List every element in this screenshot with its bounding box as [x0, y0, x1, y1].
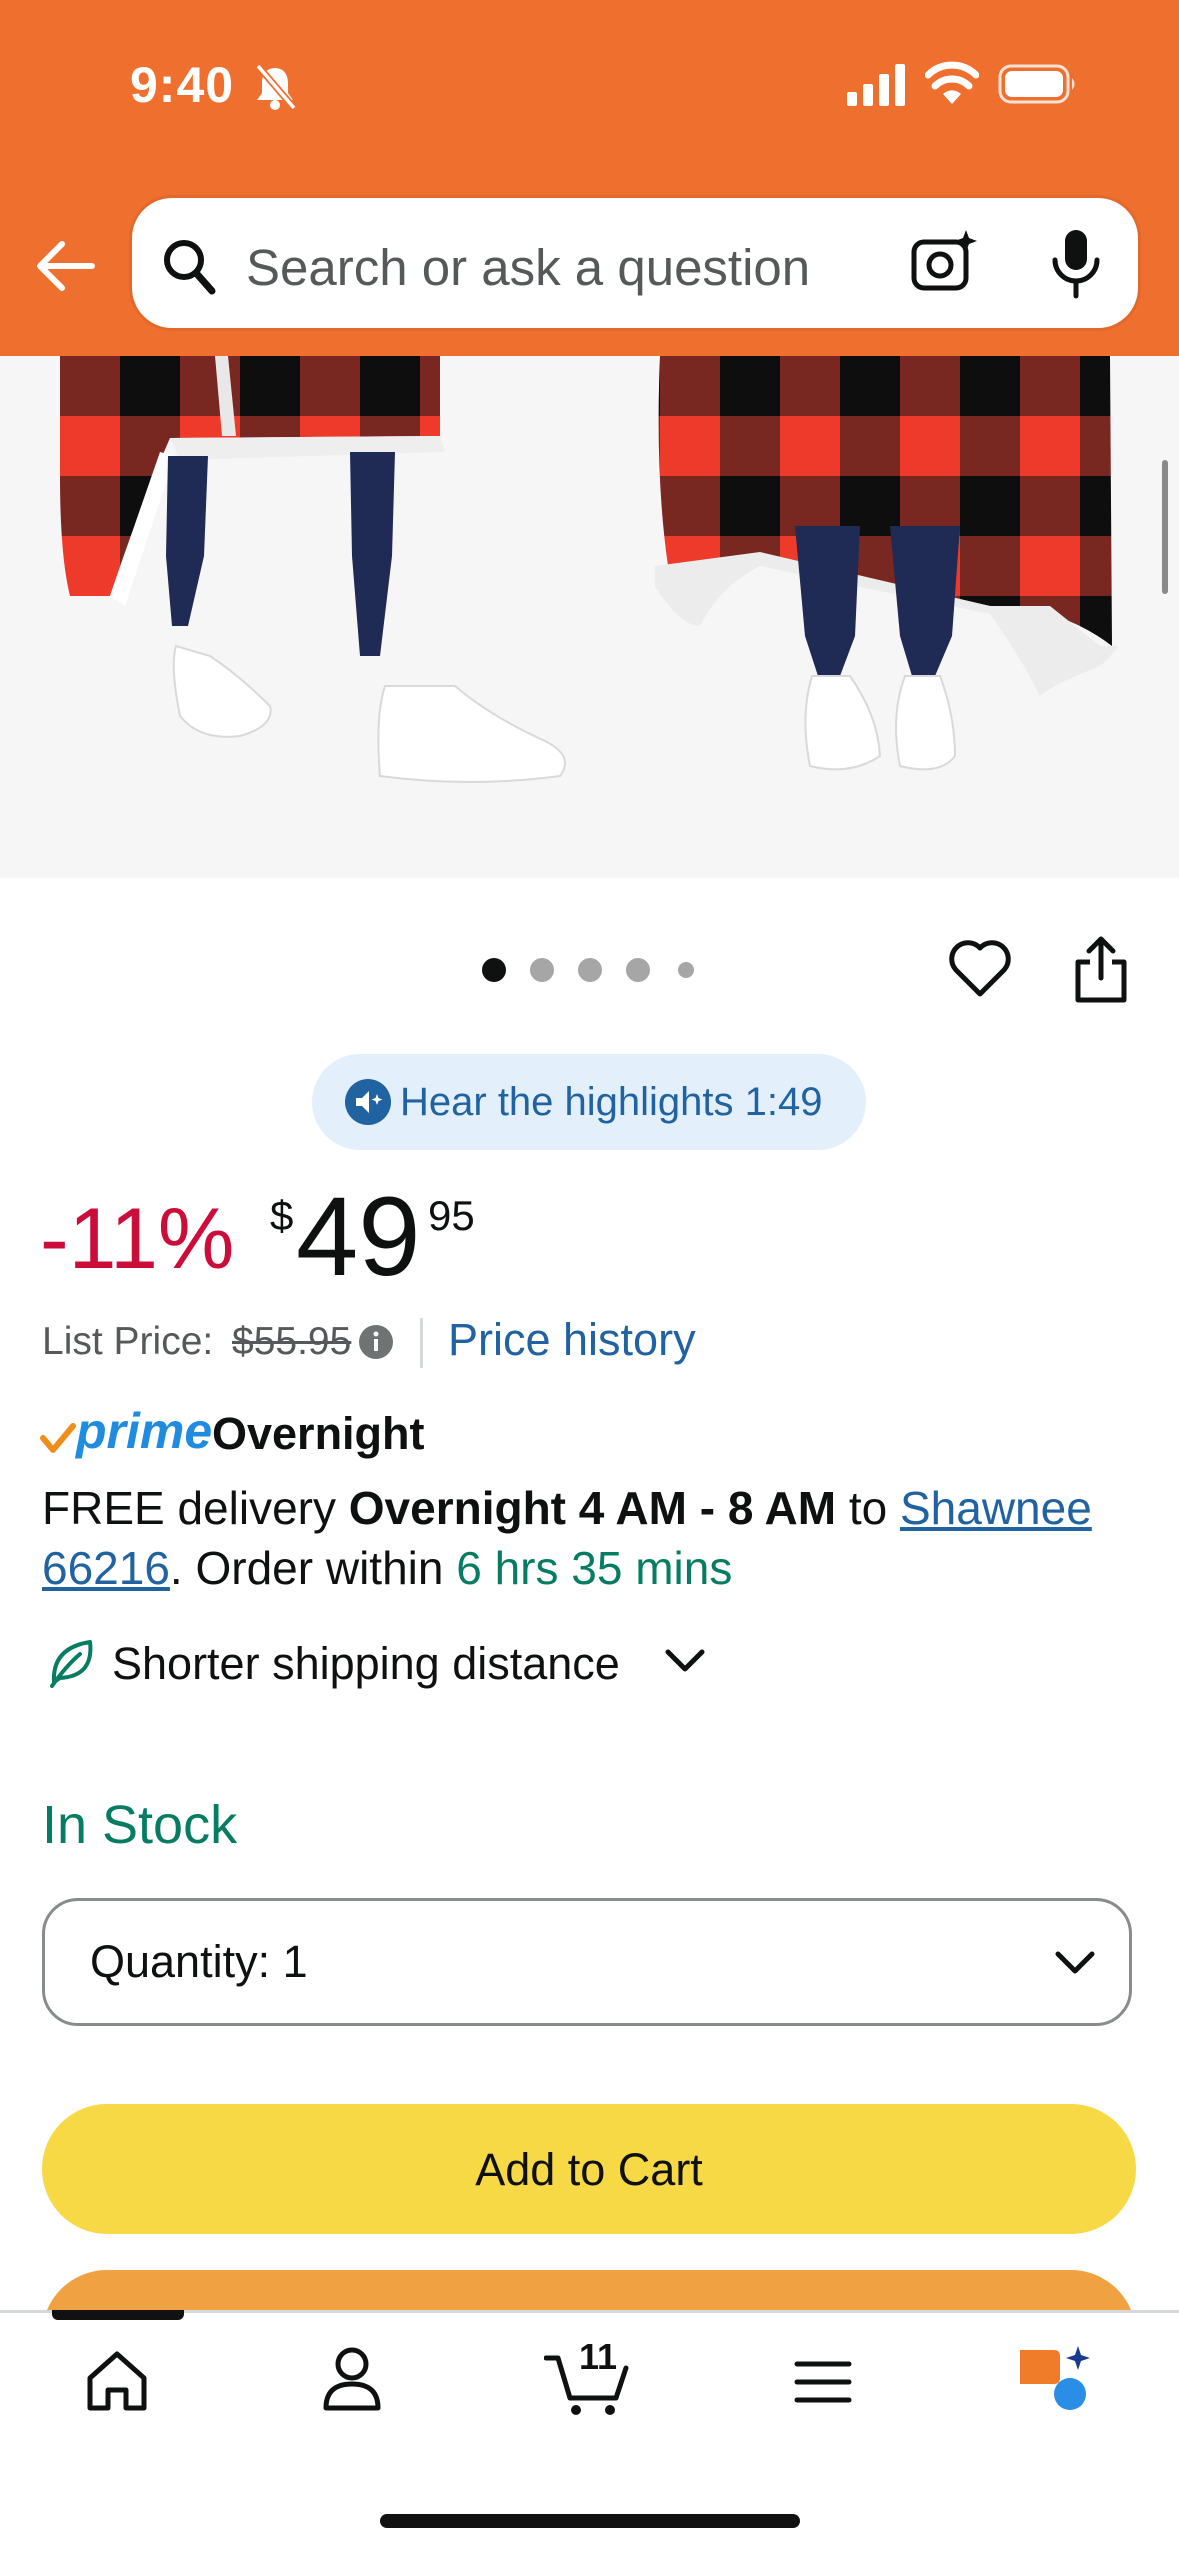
heart-icon[interactable] — [948, 938, 1012, 1000]
list-price-label: List Price: — [42, 1320, 214, 1363]
account-icon[interactable] — [322, 2346, 382, 2412]
chevron-down-icon[interactable] — [1054, 1948, 1096, 1978]
battery-icon — [998, 64, 1075, 104]
discount-percent: -11% — [40, 1191, 235, 1287]
status-time: 9:40 — [130, 57, 235, 113]
cellular-signal-icon — [847, 64, 905, 106]
carousel-dot[interactable] — [678, 962, 694, 978]
back-arrow-icon[interactable] — [34, 238, 96, 294]
silent-bell-icon — [255, 63, 297, 111]
chevron-down-icon[interactable] — [664, 1646, 706, 1676]
camera-search-icon[interactable] — [910, 228, 978, 296]
carousel-dot[interactable] — [530, 958, 554, 982]
delivery-window: Overnight 4 AM - 8 AM — [348, 1482, 837, 1534]
delivery-to-text: to — [836, 1482, 900, 1534]
share-icon[interactable] — [1072, 936, 1130, 1004]
wifi-icon — [925, 61, 979, 104]
price-currency: $ — [270, 1192, 294, 1239]
delivery-free-text: FREE delivery — [42, 1482, 349, 1534]
quantity-label: Quantity: 1 — [90, 1936, 308, 1988]
add-to-cart-label: Add to Cart — [475, 2144, 703, 2195]
prime-logo: prime — [76, 1403, 213, 1459]
info-icon[interactable] — [358, 1324, 394, 1360]
quantity-label-text: Quantity: — [90, 1936, 271, 1987]
leaf-icon — [50, 1640, 93, 1688]
home-indicator — [380, 2514, 800, 2528]
search-icon — [164, 240, 216, 295]
home-icon[interactable] — [84, 2348, 150, 2414]
hear-highlights-label: Hear the highlights 1:49 — [400, 1080, 823, 1124]
rufus-assistant-icon[interactable] — [1014, 2344, 1094, 2416]
carousel-dot[interactable] — [626, 958, 650, 982]
cart-count-badge: 11 — [578, 2336, 618, 2377]
stock-status: In Stock — [42, 1795, 238, 1855]
product-image[interactable] — [0, 356, 1179, 878]
menu-icon[interactable] — [794, 2358, 852, 2406]
delivery-info: FREE delivery Overnight 4 AM - 8 AM to S… — [42, 1478, 1122, 1598]
order-within-text: . Order within — [169, 1542, 457, 1594]
search-input[interactable]: Search or ask a question — [246, 238, 810, 297]
nav-active-indicator — [52, 2310, 184, 2320]
order-countdown: 6 hrs 35 mins — [456, 1542, 733, 1594]
price-whole: 49 — [296, 1174, 421, 1299]
prime-speed-label: Overnight — [212, 1408, 425, 1459]
carousel-dot-active[interactable] — [482, 958, 506, 982]
list-price-value: $55.95 — [232, 1320, 352, 1363]
quantity-value: 1 — [282, 1936, 308, 1987]
speaker-icon — [345, 1079, 391, 1125]
microphone-icon[interactable] — [1046, 226, 1106, 300]
carousel-dot[interactable] — [578, 958, 602, 982]
price-history-link[interactable]: Price history — [448, 1314, 696, 1366]
prime-check-icon — [40, 1423, 76, 1453]
shipping-distance-label[interactable]: Shorter shipping distance — [112, 1638, 620, 1690]
divider — [420, 1318, 423, 1368]
price-fraction: 95 — [428, 1192, 475, 1239]
